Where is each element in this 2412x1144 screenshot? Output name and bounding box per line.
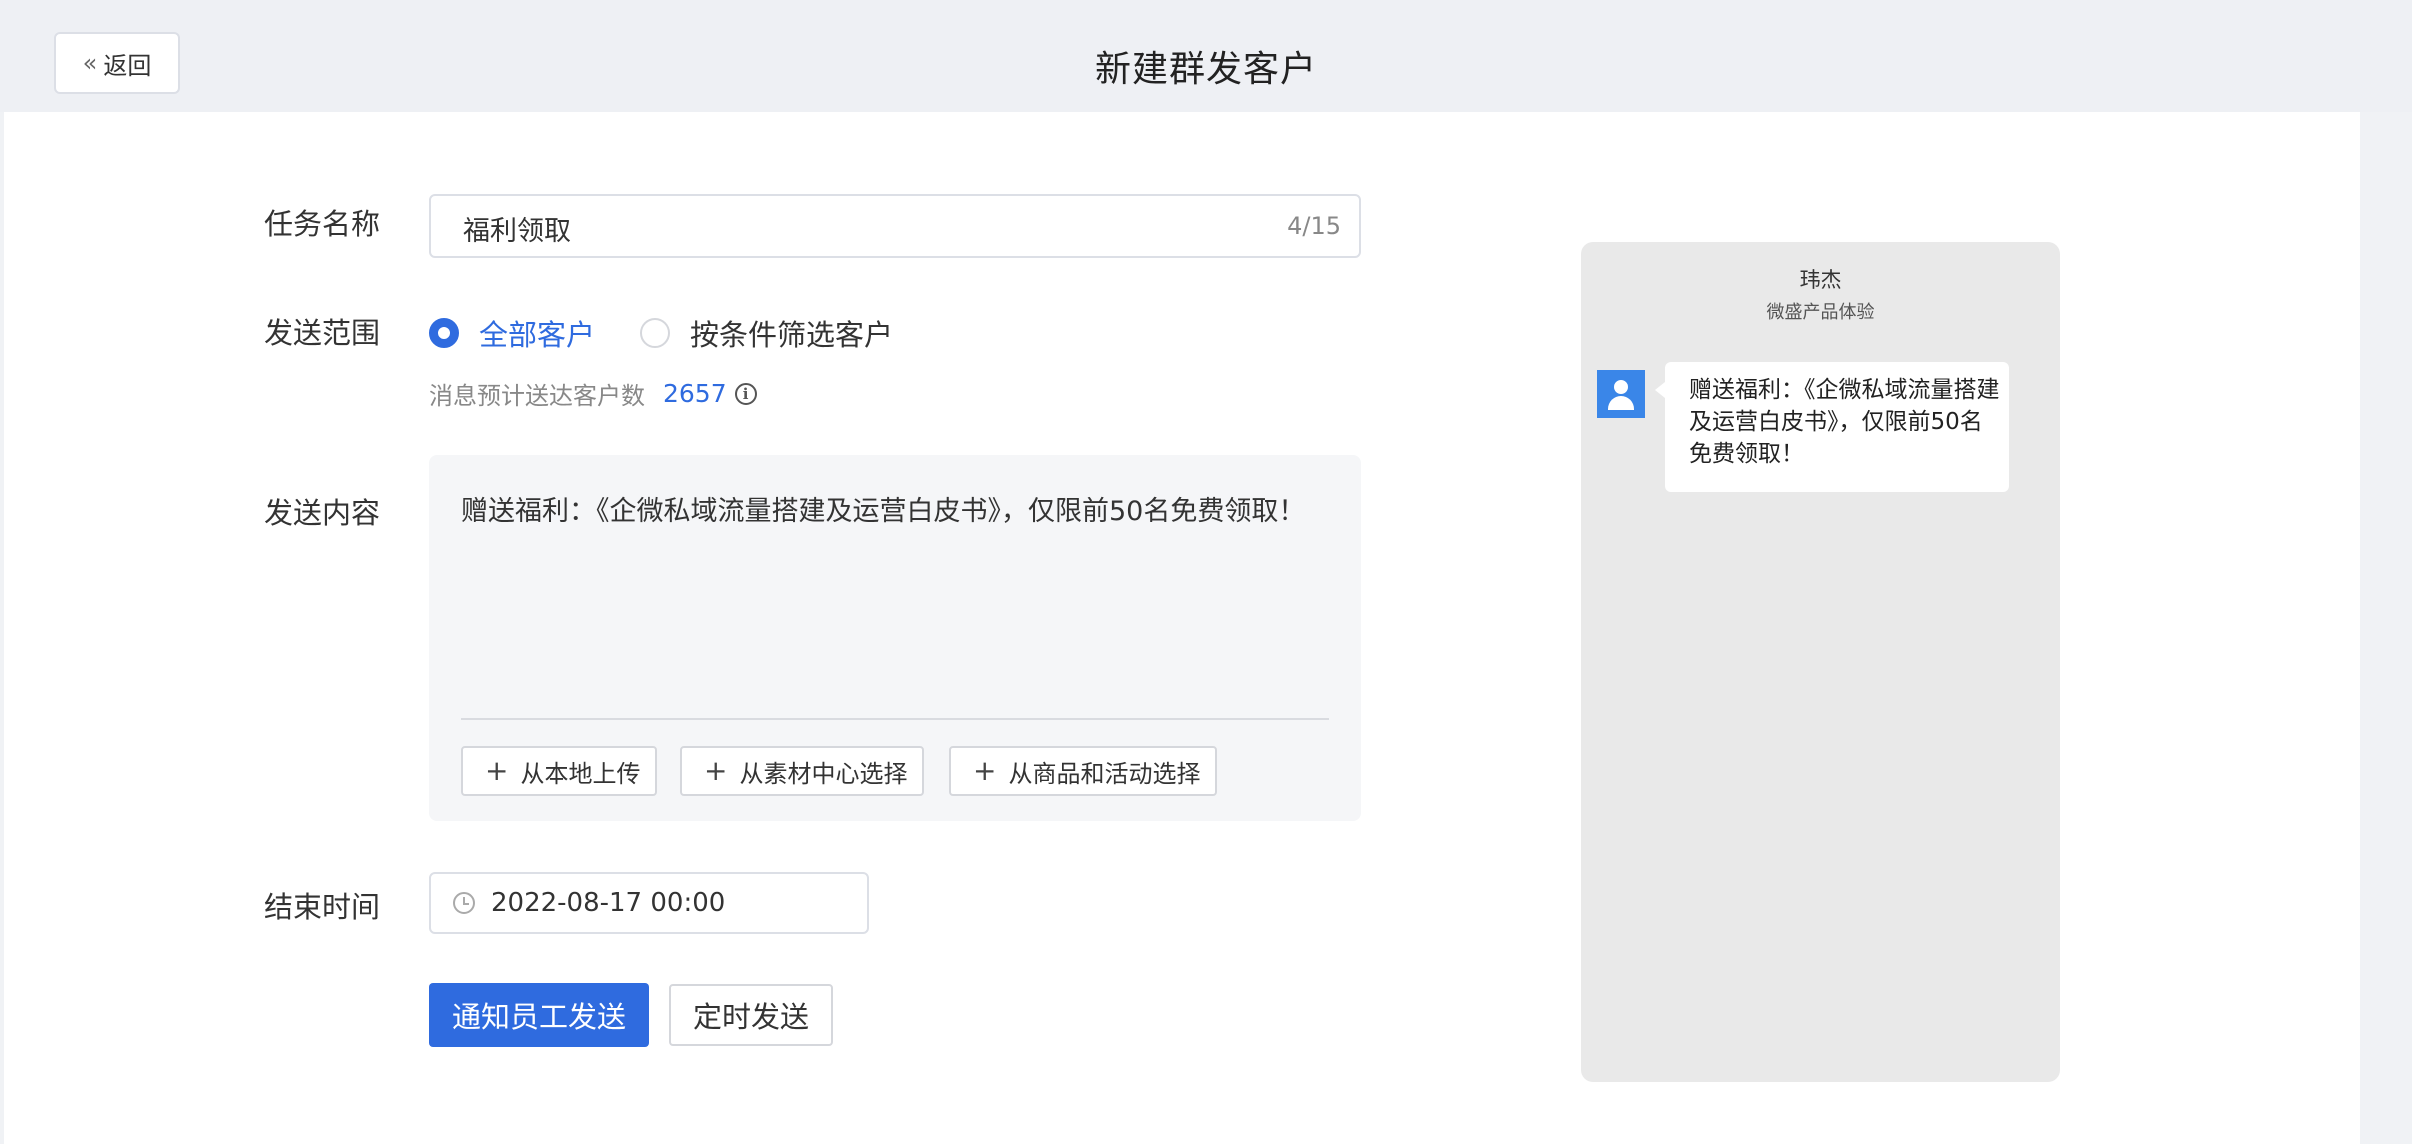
radio-filter-customers-label: 按条件筛选客户	[690, 318, 894, 352]
char-counter: 4/15	[1287, 212, 1341, 240]
end-time-value: 2022-08-17 00:00	[491, 888, 726, 918]
radio-all-customers-label: 全部客户	[479, 318, 596, 352]
user-icon-body	[1608, 396, 1634, 410]
send-content-label: 发送内容	[264, 496, 381, 530]
task-name-field[interactable]: 4/15	[429, 194, 1361, 258]
preview-sender-name: 玮杰	[1799, 268, 1842, 292]
user-icon	[1614, 380, 1628, 394]
divider	[461, 718, 1329, 720]
end-time-label: 结束时间	[264, 890, 381, 924]
plus-icon: +	[704, 754, 728, 787]
message-preview: 玮杰 微盛产品体验 赠送福利：《企微私域流量搭建及运营白皮书》，仅限前50名免费…	[1581, 242, 2060, 1082]
plus-icon: +	[973, 754, 997, 787]
goods-activity-button[interactable]: + 从商品和活动选择	[949, 746, 1217, 796]
preview-sender-subtitle: 微盛产品体验	[1766, 302, 1875, 323]
clock-icon	[453, 892, 475, 914]
task-name-input[interactable]	[461, 208, 1225, 248]
scheduled-send-button[interactable]: 定时发送	[669, 984, 833, 1046]
radio-checked-icon	[429, 318, 459, 348]
plus-icon: +	[485, 754, 509, 787]
notify-staff-send-button[interactable]: 通知员工发送	[429, 983, 649, 1047]
top-bar: « 返回 新建群发客户	[0, 0, 2412, 112]
material-center-label: 从素材中心选择	[739, 759, 908, 788]
message-editor[interactable]: 赠送福利：《企微私域流量搭建及运营白皮书》，仅限前50名免费领取！ + 从本地上…	[429, 455, 1361, 821]
avatar	[1597, 370, 1645, 418]
estimate-label: 消息预计送达客户数	[429, 382, 645, 410]
preview-message-bubble: 赠送福利：《企微私域流量搭建及运营白皮书》，仅限前50名免费领取！	[1655, 362, 2009, 492]
upload-local-label: 从本地上传	[520, 759, 641, 788]
message-text[interactable]: 赠送福利：《企微私域流量搭建及运营白皮书》，仅限前50名免费领取！	[461, 489, 1305, 528]
info-icon[interactable]: i	[734, 382, 757, 405]
end-time-picker[interactable]: 2022-08-17 00:00	[429, 872, 869, 934]
task-name-label: 任务名称	[264, 207, 381, 241]
goods-activity-label: 从商品和活动选择	[1008, 759, 1201, 788]
radio-filter-customers[interactable]: 按条件筛选客户	[640, 312, 893, 354]
material-center-button[interactable]: + 从素材中心选择	[680, 746, 924, 796]
estimate-count: 2657	[663, 379, 727, 408]
page-title: 新建群发客户	[1094, 49, 1317, 90]
radio-all-customers[interactable]: 全部客户	[429, 312, 595, 354]
radio-unchecked-icon	[640, 318, 670, 348]
upload-local-button[interactable]: + 从本地上传	[461, 746, 657, 796]
estimate-row: 消息预计送达客户数 2657 i	[429, 376, 757, 411]
send-scope-label: 发送范围	[264, 316, 381, 350]
